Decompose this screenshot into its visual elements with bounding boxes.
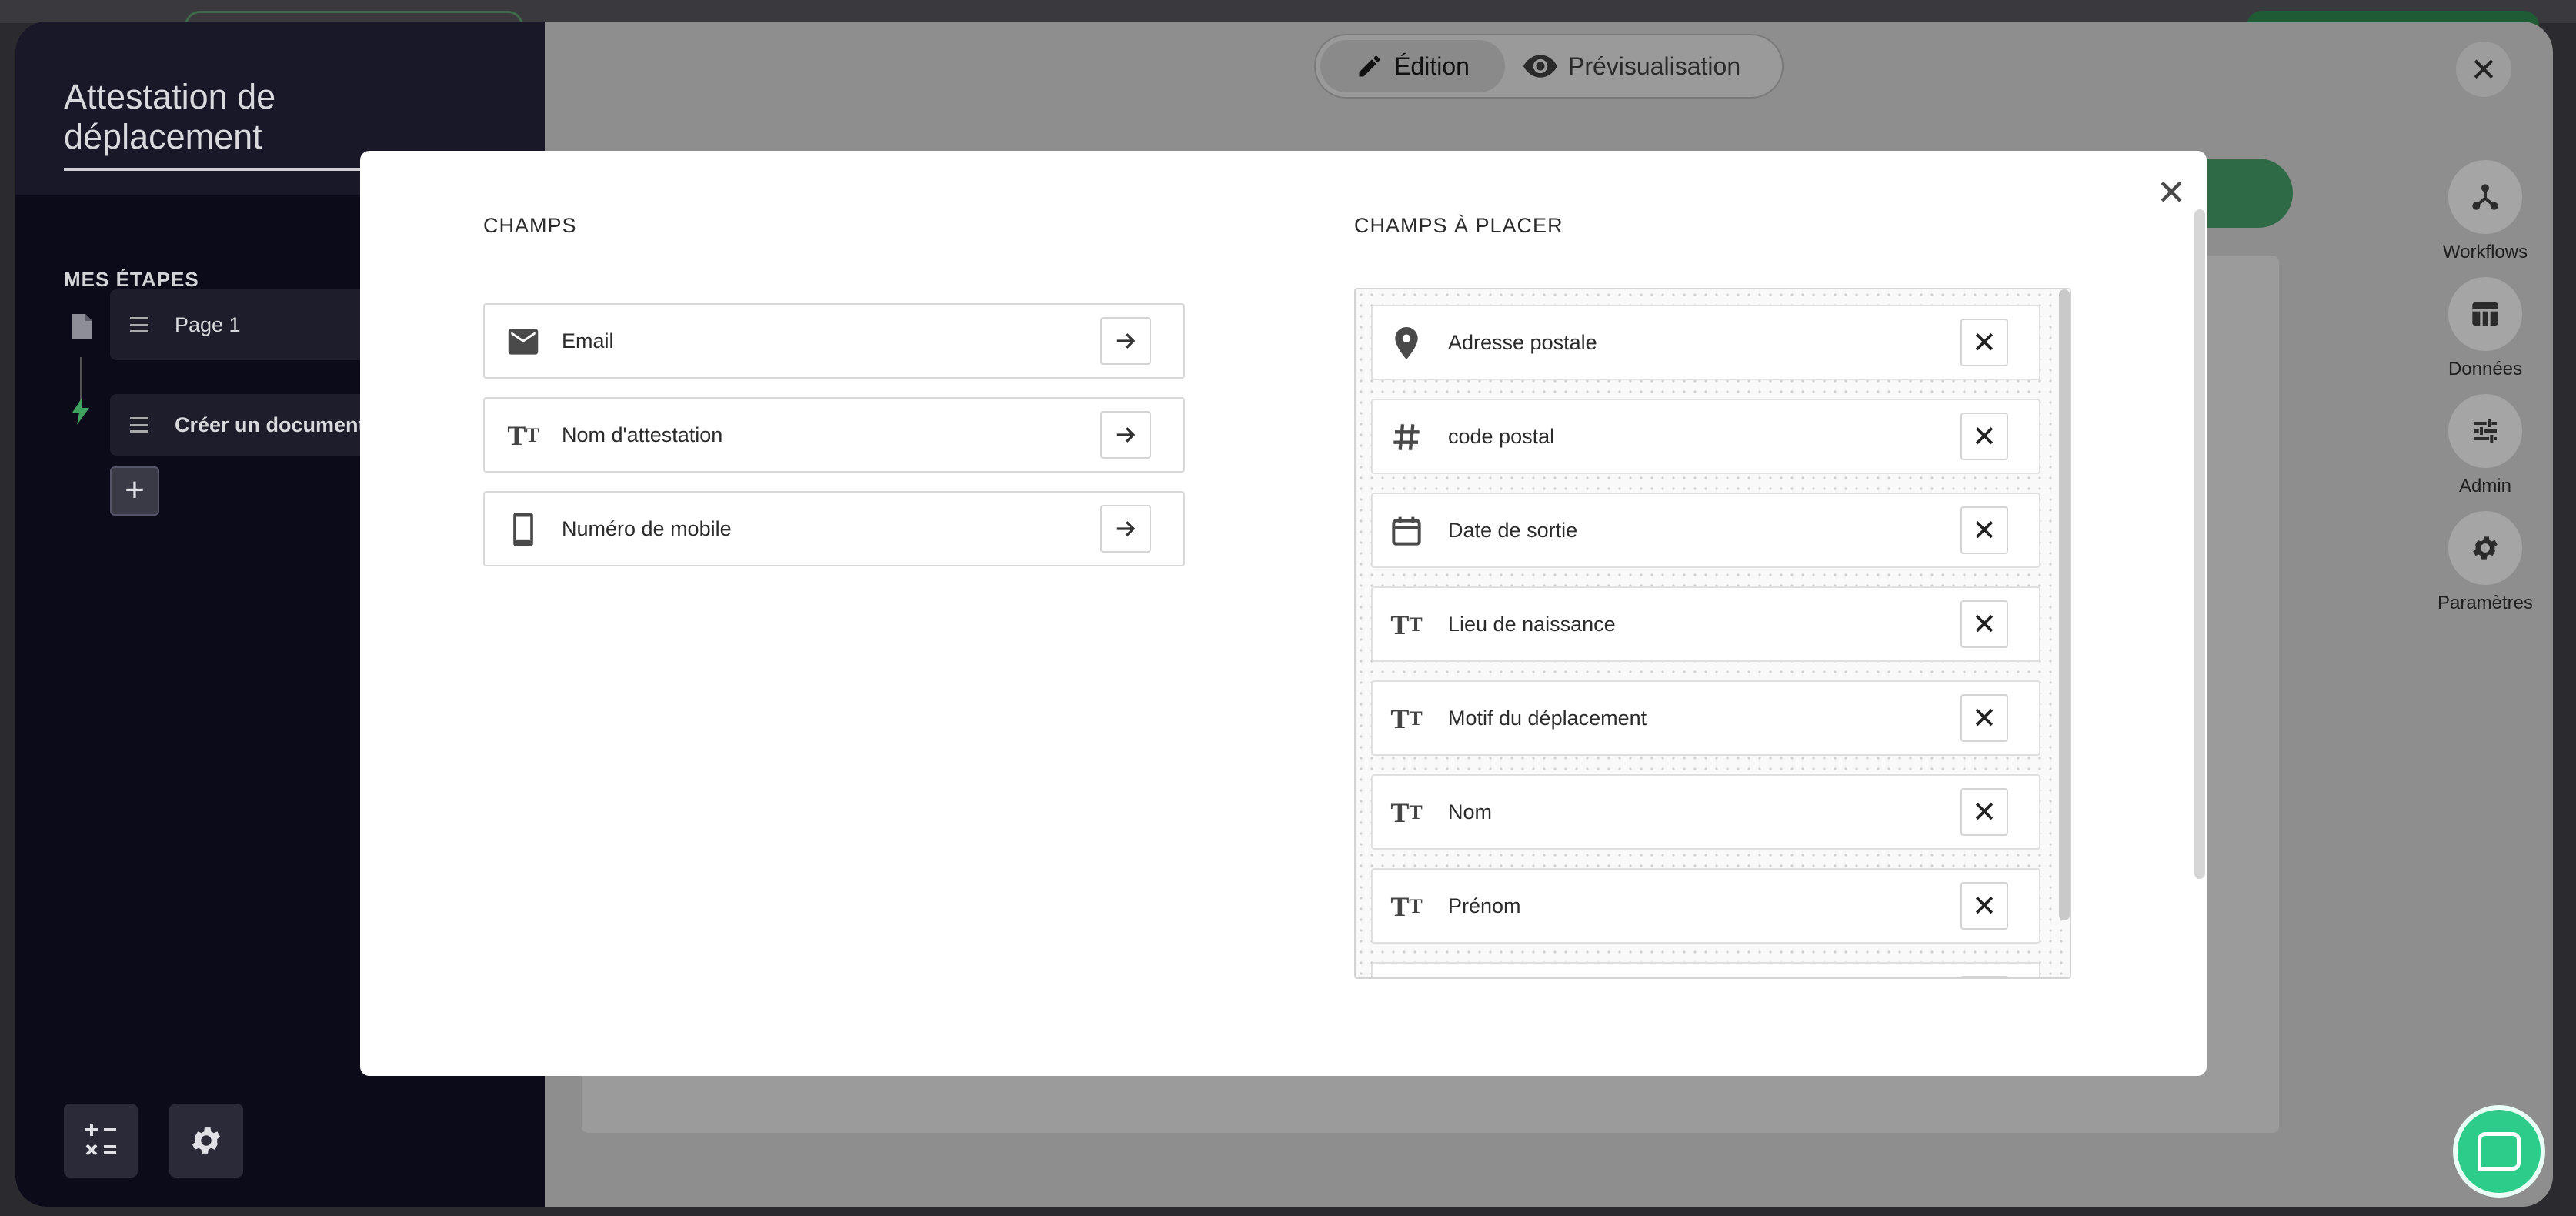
steps-heading: MES ÉTAPES — [64, 268, 199, 291]
text-icon: TT — [1390, 610, 1423, 640]
close-icon: ✕ — [1972, 702, 1997, 735]
modal-close-button[interactable]: ✕ — [2148, 169, 2194, 215]
field-label: Nom d'attestation — [562, 423, 723, 446]
mobile-icon — [506, 513, 540, 546]
rail-label: Workflows — [2442, 242, 2528, 262]
arrow-right-icon — [1116, 333, 1136, 349]
place-next-partial[interactable] — [1371, 962, 2040, 977]
chat-launcher-button[interactable] — [2453, 1105, 2545, 1198]
champs-heading: CHAMPS — [483, 214, 577, 237]
step-label: Page 1 — [175, 312, 241, 336]
tab-previsualisation-label: Prévisualisation — [1568, 52, 1741, 80]
rail-workflows[interactable]: Workflows — [2424, 160, 2547, 263]
fields-to-place-list[interactable]: Adresse postale ✕ code postal ✕ Date de … — [1354, 288, 2071, 979]
champs-a-placer-heading: CHAMPS À PLACER — [1354, 214, 1563, 237]
tab-edition[interactable]: Édition — [1320, 40, 1505, 92]
close-icon: ✕ — [1972, 420, 1997, 453]
step-label: Créer un document — [175, 413, 365, 436]
close-icon: ✕ — [1972, 608, 1997, 641]
field-label: Email — [562, 329, 614, 352]
drag-handle-icon[interactable] — [130, 417, 148, 433]
modal-scrollbar[interactable] — [2194, 209, 2205, 879]
mode-switch: Édition Prévisualisation — [1314, 34, 1784, 99]
place-motif-deplacement[interactable]: TT Motif du déplacement ✕ — [1371, 680, 2040, 756]
arrow-right-icon — [1116, 521, 1136, 536]
rail-label: Paramètres — [2437, 593, 2534, 613]
remove-field-button[interactable]: ✕ — [1960, 788, 2008, 836]
place-date-de-sortie[interactable]: Date de sortie ✕ — [1371, 493, 2040, 568]
background-top-strip — [0, 0, 2576, 42]
step-connector — [80, 357, 82, 403]
field-label: Numéro de mobile — [562, 517, 732, 540]
fields-modal: ✕ CHAMPS CHAMPS À PLACER Email TT Nom d'… — [360, 151, 2207, 1076]
remove-field-button[interactable]: ✕ — [1960, 413, 2008, 460]
field-label: Prénom — [1448, 894, 1521, 917]
add-field-button[interactable] — [1100, 411, 1151, 459]
remove-field-button[interactable]: ✕ — [1960, 882, 2008, 930]
close-icon: ✕ — [1972, 326, 1997, 359]
field-email[interactable]: Email — [483, 303, 1185, 379]
calculator-icon — [85, 1124, 116, 1156]
add-field-button[interactable] — [1100, 317, 1151, 365]
remove-field-button[interactable]: ✕ — [1960, 319, 2008, 366]
field-label: Date de sortie — [1448, 519, 1578, 542]
pencil-icon — [1359, 55, 1380, 77]
rail-label: Admin — [2458, 476, 2512, 496]
field-label: code postal — [1448, 425, 1555, 448]
rail-admin[interactable]: Admin — [2424, 394, 2547, 497]
workflow-icon — [2448, 160, 2522, 234]
gear-icon — [2448, 511, 2522, 585]
field-label: Lieu de naissance — [1448, 613, 1616, 636]
field-label: Adresse postale — [1448, 331, 1597, 354]
location-pin-icon — [1390, 326, 1423, 360]
table-icon — [2448, 277, 2522, 351]
remove-field-button[interactable]: ✕ — [1960, 694, 2008, 742]
eye-icon — [1523, 55, 1557, 78]
rail-label: Données — [2448, 359, 2523, 379]
chat-icon — [2478, 1132, 2521, 1171]
field-label: Motif du déplacement — [1448, 707, 1647, 730]
arrow-right-icon — [1116, 427, 1136, 443]
gear-icon — [192, 1127, 221, 1154]
field-numero-mobile[interactable]: Numéro de mobile — [483, 491, 1185, 566]
email-icon — [506, 325, 540, 359]
hash-icon — [1390, 420, 1423, 454]
close-editor-button[interactable]: ✕ — [2456, 42, 2511, 97]
text-icon: TT — [1390, 703, 1423, 734]
add-field-button[interactable] — [1100, 505, 1151, 553]
tab-edition-label: Édition — [1394, 52, 1470, 80]
tab-previsualisation[interactable]: Prévisualisation — [1523, 40, 1777, 92]
settings-button[interactable] — [169, 1104, 243, 1178]
text-icon: TT — [507, 420, 539, 451]
place-prenom[interactable]: TT Prénom ✕ — [1371, 868, 2040, 944]
text-icon: TT — [1390, 891, 1423, 922]
close-icon: ✕ — [1972, 514, 1997, 547]
close-icon: ✕ — [2156, 172, 2187, 212]
add-step-button[interactable]: + — [110, 466, 159, 516]
place-code-postal[interactable]: code postal ✕ — [1371, 399, 2040, 474]
remove-field-button[interactable]: ✕ — [1960, 600, 2008, 648]
close-icon: ✕ — [2470, 51, 2498, 88]
remove-field-button[interactable] — [1960, 976, 2008, 977]
remove-field-button[interactable]: ✕ — [1960, 506, 2008, 554]
list-scrollbar[interactable] — [2059, 289, 2070, 920]
close-icon: ✕ — [1972, 890, 1997, 923]
form-title[interactable]: Attestation de déplacement — [64, 77, 372, 171]
calendar-icon — [1390, 514, 1423, 548]
field-label: Nom — [1448, 800, 1493, 823]
formula-button[interactable] — [64, 1104, 138, 1178]
place-adresse-postale[interactable]: Adresse postale ✕ — [1371, 305, 2040, 380]
sliders-icon — [2448, 394, 2522, 468]
place-lieu-de-naissance[interactable]: TT Lieu de naissance ✕ — [1371, 586, 2040, 662]
page-icon — [71, 312, 94, 346]
field-nom-attestation[interactable]: TT Nom d'attestation — [483, 397, 1185, 473]
rail-parametres[interactable]: Paramètres — [2424, 511, 2547, 614]
place-nom[interactable]: TT Nom ✕ — [1371, 774, 2040, 850]
rail-donnees[interactable]: Données — [2424, 277, 2547, 380]
text-icon: TT — [1390, 797, 1423, 828]
lightning-icon — [71, 397, 91, 431]
drag-handle-icon[interactable] — [130, 317, 148, 332]
close-icon: ✕ — [1972, 796, 1997, 829]
